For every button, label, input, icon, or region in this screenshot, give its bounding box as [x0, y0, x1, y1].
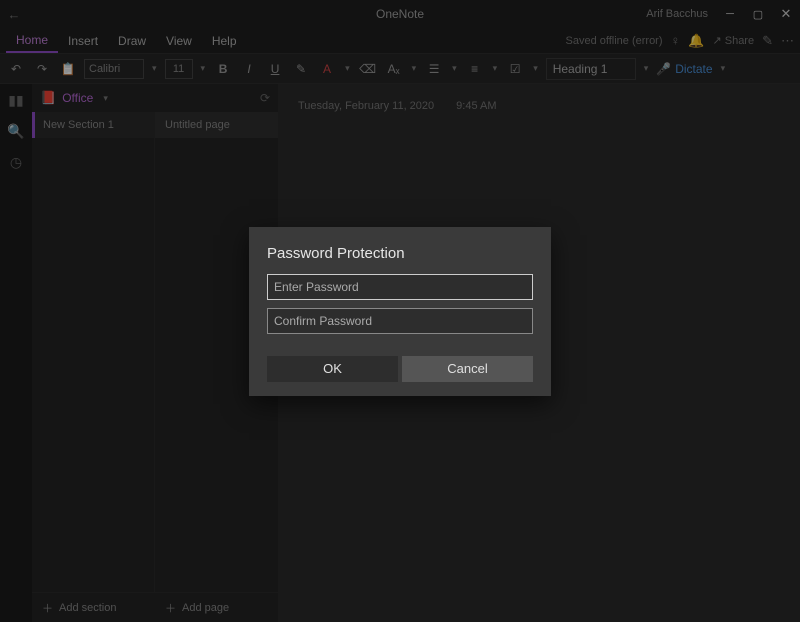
- confirm-password-input[interactable]: [267, 308, 533, 334]
- ok-button[interactable]: OK: [267, 356, 398, 382]
- enter-password-input[interactable]: [267, 274, 533, 300]
- cancel-button[interactable]: Cancel: [402, 356, 533, 382]
- modal-backdrop: Password Protection OK Cancel: [0, 0, 800, 622]
- password-dialog: Password Protection OK Cancel: [249, 227, 551, 396]
- dialog-title: Password Protection: [267, 245, 533, 262]
